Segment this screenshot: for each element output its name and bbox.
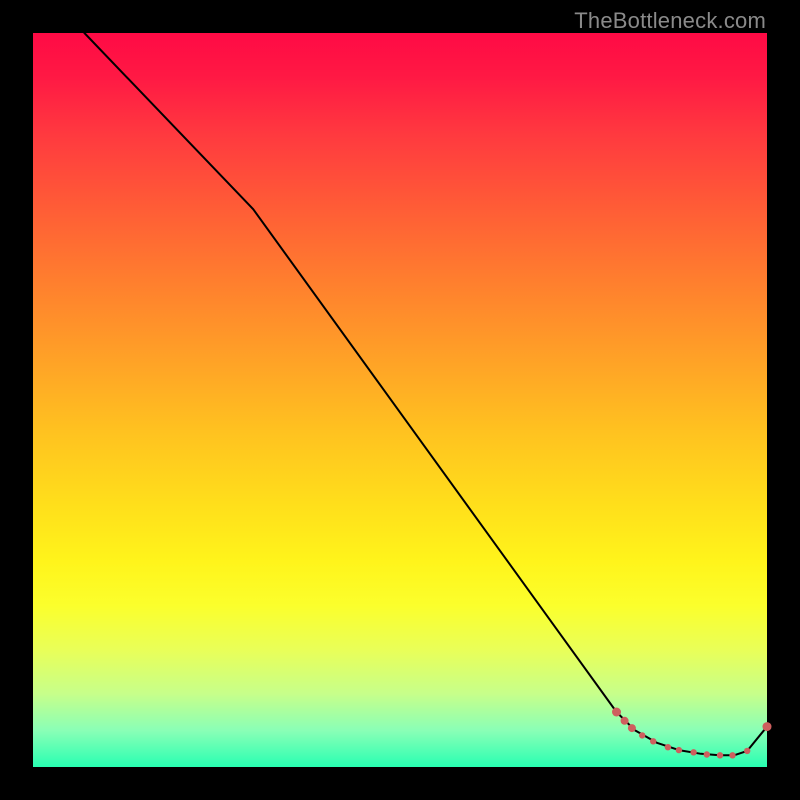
- data-point: [729, 752, 735, 758]
- data-points: [612, 708, 772, 759]
- data-point: [621, 717, 629, 725]
- data-point: [717, 752, 723, 758]
- data-point: [650, 738, 656, 744]
- data-point: [665, 744, 671, 750]
- chart-frame: TheBottleneck.com: [0, 0, 800, 800]
- watermark-text: TheBottleneck.com: [574, 8, 766, 34]
- data-point: [690, 749, 696, 755]
- data-point: [628, 724, 636, 732]
- line-series: [84, 33, 767, 755]
- data-point: [704, 751, 710, 757]
- data-point: [744, 748, 750, 754]
- data-point: [676, 747, 682, 753]
- data-point: [612, 708, 621, 717]
- data-point: [763, 722, 772, 731]
- data-point: [639, 732, 645, 738]
- chart-overlay: [33, 33, 767, 767]
